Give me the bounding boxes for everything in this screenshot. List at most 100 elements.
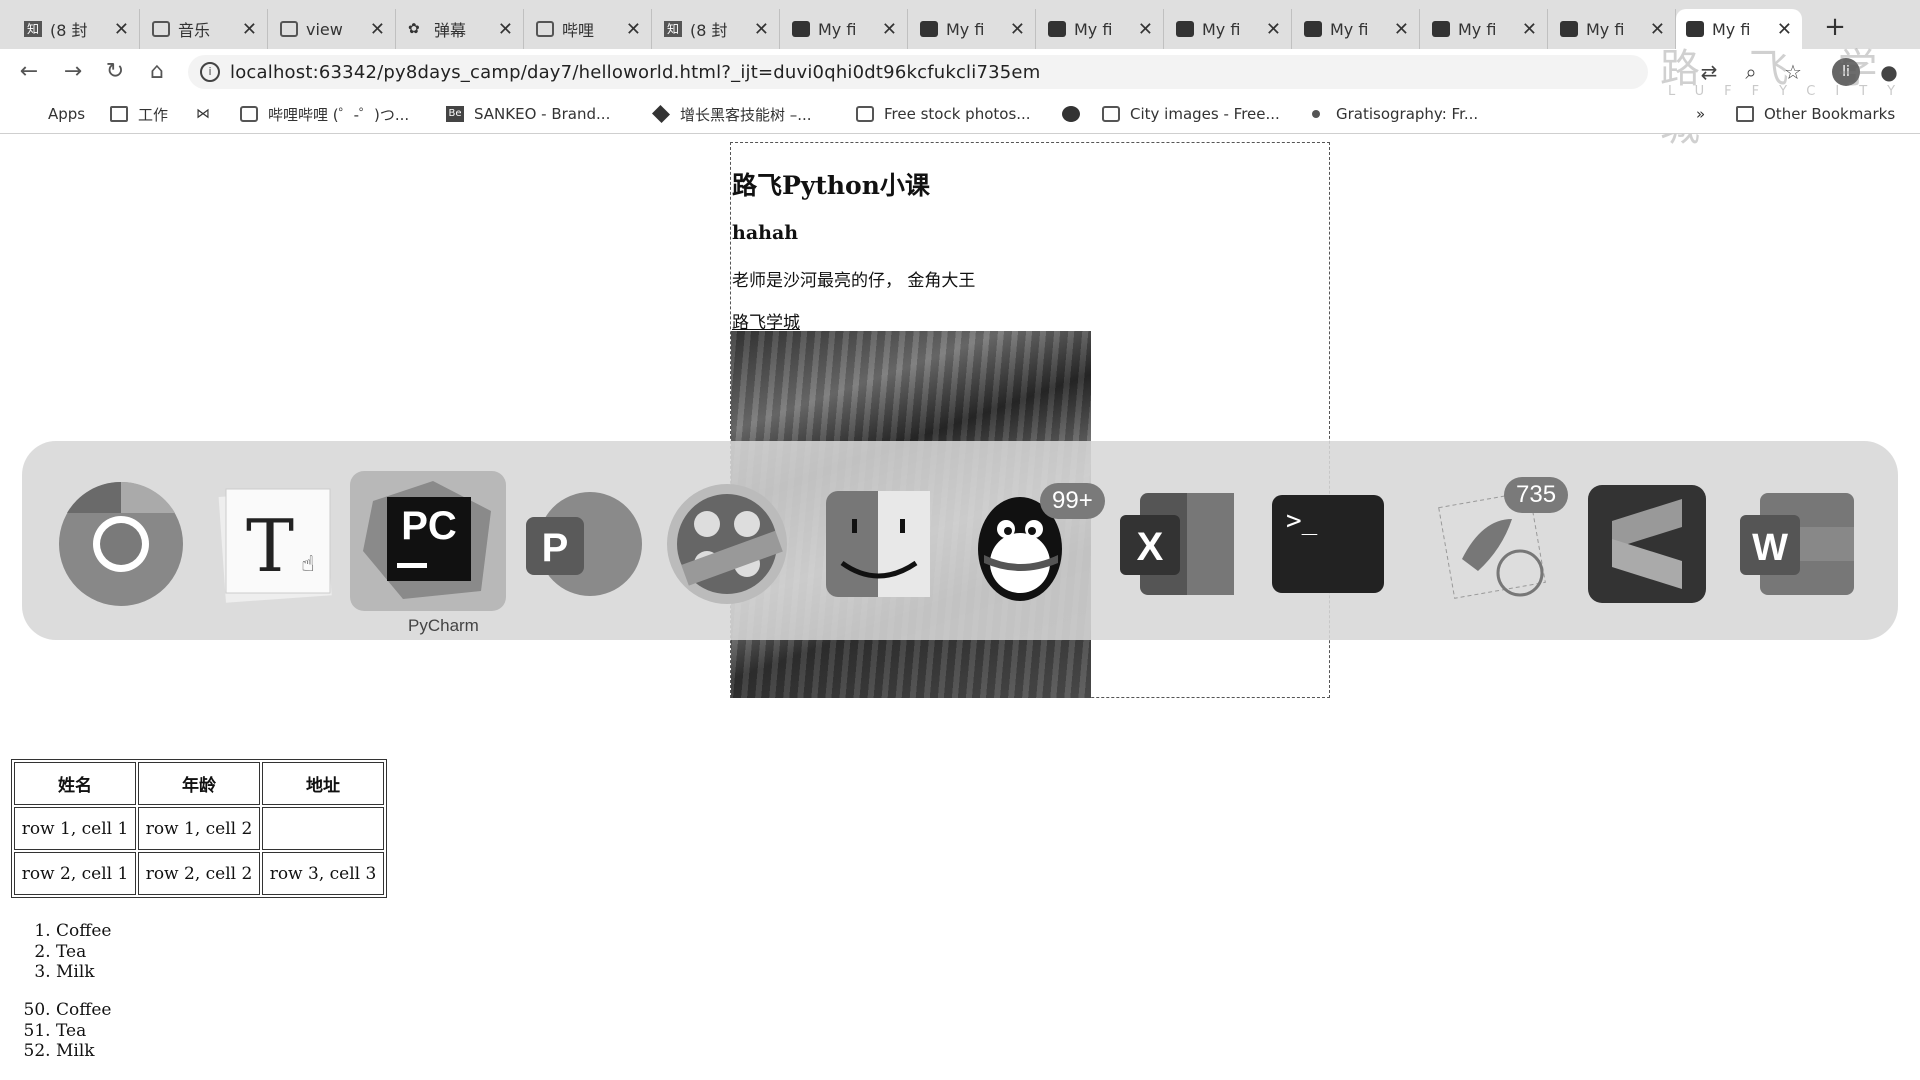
table-header-row: 姓名 年龄 地址 (14, 762, 384, 805)
page-subheading: hahah (732, 222, 799, 244)
apps-shortcut[interactable]: Apps (20, 103, 85, 125)
tab-strip: 知 (8 封 ✕ 音乐 ✕ view ✕ ✿ 弹幕 ✕ 哔哩 ✕ 知 (8 封 ✕ My fi ✕ … (0, 0, 1920, 49)
reload-icon[interactable]: ↻ (100, 57, 130, 87)
list-item: Tea (56, 1021, 111, 1042)
close-tab-icon[interactable]: ✕ (1010, 19, 1025, 40)
svg-text:>_: >_ (1286, 506, 1318, 536)
table-cell: row 1, cell 1 (14, 807, 136, 850)
close-tab-icon[interactable]: ✕ (626, 19, 641, 40)
page-heading: 路飞Python小课 (732, 171, 930, 200)
pycharm-file-icon (792, 21, 810, 37)
svg-text:P: P (542, 526, 569, 570)
bookmark-item[interactable]: Free stock photos... (856, 103, 1031, 125)
browser-tab[interactable]: 音乐 ✕ (142, 9, 268, 49)
close-tab-icon[interactable]: ✕ (882, 19, 897, 40)
info-icon[interactable]: i (200, 62, 220, 82)
other-bookmarks[interactable]: Other Bookmarks (1736, 103, 1895, 125)
bookmark-item[interactable]: 工作 (110, 103, 168, 125)
app-switcher: T ☝ PC P 99+ X >_ 735 W PyCharm (22, 441, 1898, 640)
pycharm-file-icon (1176, 21, 1194, 37)
finder-app-icon[interactable] (812, 479, 942, 609)
table-cell: row 1, cell 2 (138, 807, 260, 850)
bookmark-item[interactable] (1062, 103, 1090, 125)
pycharm-file-icon (920, 21, 938, 37)
behance-icon: Be (446, 106, 464, 122)
browser-tab[interactable]: My fi ✕ (1166, 9, 1292, 49)
svg-text:W: W (1752, 527, 1788, 569)
list-item: Milk (56, 1041, 111, 1062)
list-item: Tea (56, 942, 111, 963)
pycharm-app-icon: PC (363, 481, 491, 599)
folder-icon (110, 106, 128, 122)
apps-grid-icon (20, 106, 38, 122)
list-item: Coffee (56, 1000, 111, 1021)
pycharm-app-tile[interactable]: PC (350, 471, 506, 611)
close-tab-icon[interactable]: ✕ (1266, 19, 1281, 40)
svg-text:X: X (1137, 525, 1164, 569)
luffy-link[interactable]: 路飞学城 (732, 308, 800, 333)
bookmarks-overflow[interactable]: » (1696, 103, 1705, 125)
table-header-cell: 姓名 (14, 762, 136, 805)
pycharm-file-icon (1048, 21, 1066, 37)
browser-tab[interactable]: My fi ✕ (782, 9, 908, 49)
close-tab-icon[interactable]: ✕ (754, 19, 769, 40)
browser-tab[interactable]: 哔哩 ✕ (526, 9, 652, 49)
zhihu-icon: 知 (664, 21, 682, 37)
close-tab-icon[interactable]: ✕ (242, 19, 257, 40)
close-tab-icon[interactable]: ✕ (498, 19, 513, 40)
video-reel-app-icon[interactable] (662, 479, 792, 609)
zhihu-icon: 知 (24, 21, 42, 37)
excel-app-icon[interactable]: X (1112, 479, 1242, 609)
table-cell: row 2, cell 2 (138, 852, 260, 895)
browser-tab[interactable]: My fi ✕ (1038, 9, 1164, 49)
browser-tab[interactable]: 知 (8 封 ✕ (654, 9, 780, 49)
browser-tab[interactable]: view ✕ (270, 9, 396, 49)
browser-tab[interactable]: 知 (8 封 ✕ (14, 9, 140, 49)
address-bar[interactable]: i localhost:63342/py8days_camp/day7/hell… (188, 55, 1648, 89)
close-tab-icon[interactable]: ✕ (370, 19, 385, 40)
powerpoint-app-icon[interactable]: P (512, 479, 642, 609)
svg-text:T: T (246, 504, 294, 588)
browser-tab[interactable]: My fi ✕ (1294, 9, 1420, 49)
bookmark-item[interactable]: 哔哩哔哩 (゜-゜)つ... (240, 103, 409, 125)
baidu-paw-icon: ✿ (408, 21, 420, 37)
typora-app-icon[interactable]: T ☝ (212, 479, 342, 609)
pycharm-file-icon (1432, 21, 1450, 37)
bookmark-item[interactable]: Be SANKEO - Brand... (446, 103, 610, 125)
bowtie-icon: ⋈ (196, 106, 210, 122)
word-app-icon[interactable]: W (1732, 479, 1862, 609)
folder-icon (1736, 106, 1754, 122)
back-arrow-icon[interactable]: ← (14, 57, 44, 87)
chrome-app-icon[interactable] (56, 479, 186, 609)
bookmarks-bar: Apps 工作 ⋈ 哔哩哔哩 (゜-゜)つ... Be SANKEO - Bran… (0, 95, 1920, 134)
bookmark-item[interactable]: ⋈ (196, 103, 224, 125)
pycharm-file-icon (1304, 21, 1322, 37)
terminal-app-icon[interactable]: >_ (1262, 479, 1392, 609)
dot-icon (1312, 110, 1320, 118)
browser-tab[interactable]: My fi ✕ (1550, 9, 1676, 49)
table-cell: row 2, cell 1 (14, 852, 136, 895)
selected-app-label: PyCharm (408, 616, 479, 635)
cube-icon (651, 104, 671, 124)
bookmark-item[interactable]: Gratisography: Fr... (1312, 103, 1478, 125)
pycharm-file-icon (1686, 21, 1704, 37)
table-cell (262, 807, 384, 850)
forward-arrow-icon[interactable]: → (58, 57, 88, 87)
bookmark-item[interactable]: 增长黑客技能树 –... (651, 103, 812, 125)
svg-text:PC: PC (401, 504, 457, 548)
browser-tab[interactable]: My fi ✕ (1422, 9, 1548, 49)
browser-tab[interactable]: ✿ 弹幕 ✕ (398, 9, 524, 49)
sublime-text-app-icon[interactable] (1582, 479, 1712, 609)
table-header-cell: 地址 (262, 762, 384, 805)
ordered-list: Coffee Tea Milk (28, 921, 111, 983)
bookmark-item[interactable]: City images - Free... (1102, 103, 1280, 125)
browser-tab[interactable]: My fi ✕ (910, 9, 1036, 49)
table-cell: row 3, cell 3 (262, 852, 384, 895)
close-tab-icon[interactable]: ✕ (1522, 19, 1537, 40)
close-tab-icon[interactable]: ✕ (114, 19, 129, 40)
close-tab-icon[interactable]: ✕ (1394, 19, 1409, 40)
close-tab-icon[interactable]: ✕ (1138, 19, 1153, 40)
home-icon[interactable]: ⌂ (142, 57, 172, 87)
table-row: row 2, cell 1 row 2, cell 2 row 3, cell … (14, 852, 384, 895)
pexels-icon (856, 106, 874, 122)
